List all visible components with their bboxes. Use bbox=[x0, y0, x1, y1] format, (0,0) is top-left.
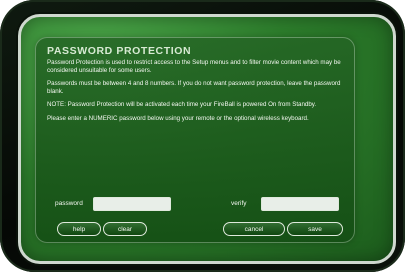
verify-label: verify bbox=[231, 200, 247, 207]
verify-input[interactable] bbox=[261, 197, 339, 211]
password-length-text: Passwords must be between 4 and 8 number… bbox=[47, 80, 341, 95]
description-text: Password Protection is used to restrict … bbox=[47, 59, 341, 74]
cancel-button[interactable]: cancel bbox=[223, 222, 285, 236]
save-button[interactable]: save bbox=[287, 222, 343, 236]
device-frame: PASSWORD PROTECTION Password Protection … bbox=[0, 0, 405, 272]
password-fields: password verify bbox=[53, 197, 343, 215]
screen: PASSWORD PROTECTION Password Protection … bbox=[18, 14, 396, 264]
clear-button[interactable]: clear bbox=[103, 222, 147, 236]
help-button[interactable]: help bbox=[57, 222, 101, 236]
password-label: password bbox=[55, 200, 83, 207]
dialog-title: PASSWORD PROTECTION bbox=[47, 45, 192, 57]
button-row: help clear cancel save bbox=[57, 222, 345, 238]
password-input[interactable] bbox=[93, 197, 171, 211]
password-protection-dialog: PASSWORD PROTECTION Password Protection … bbox=[35, 37, 355, 243]
note-text: NOTE: Password Protection will be activa… bbox=[47, 101, 317, 109]
instruction-text: Please enter a NUMERIC password below us… bbox=[47, 114, 309, 122]
